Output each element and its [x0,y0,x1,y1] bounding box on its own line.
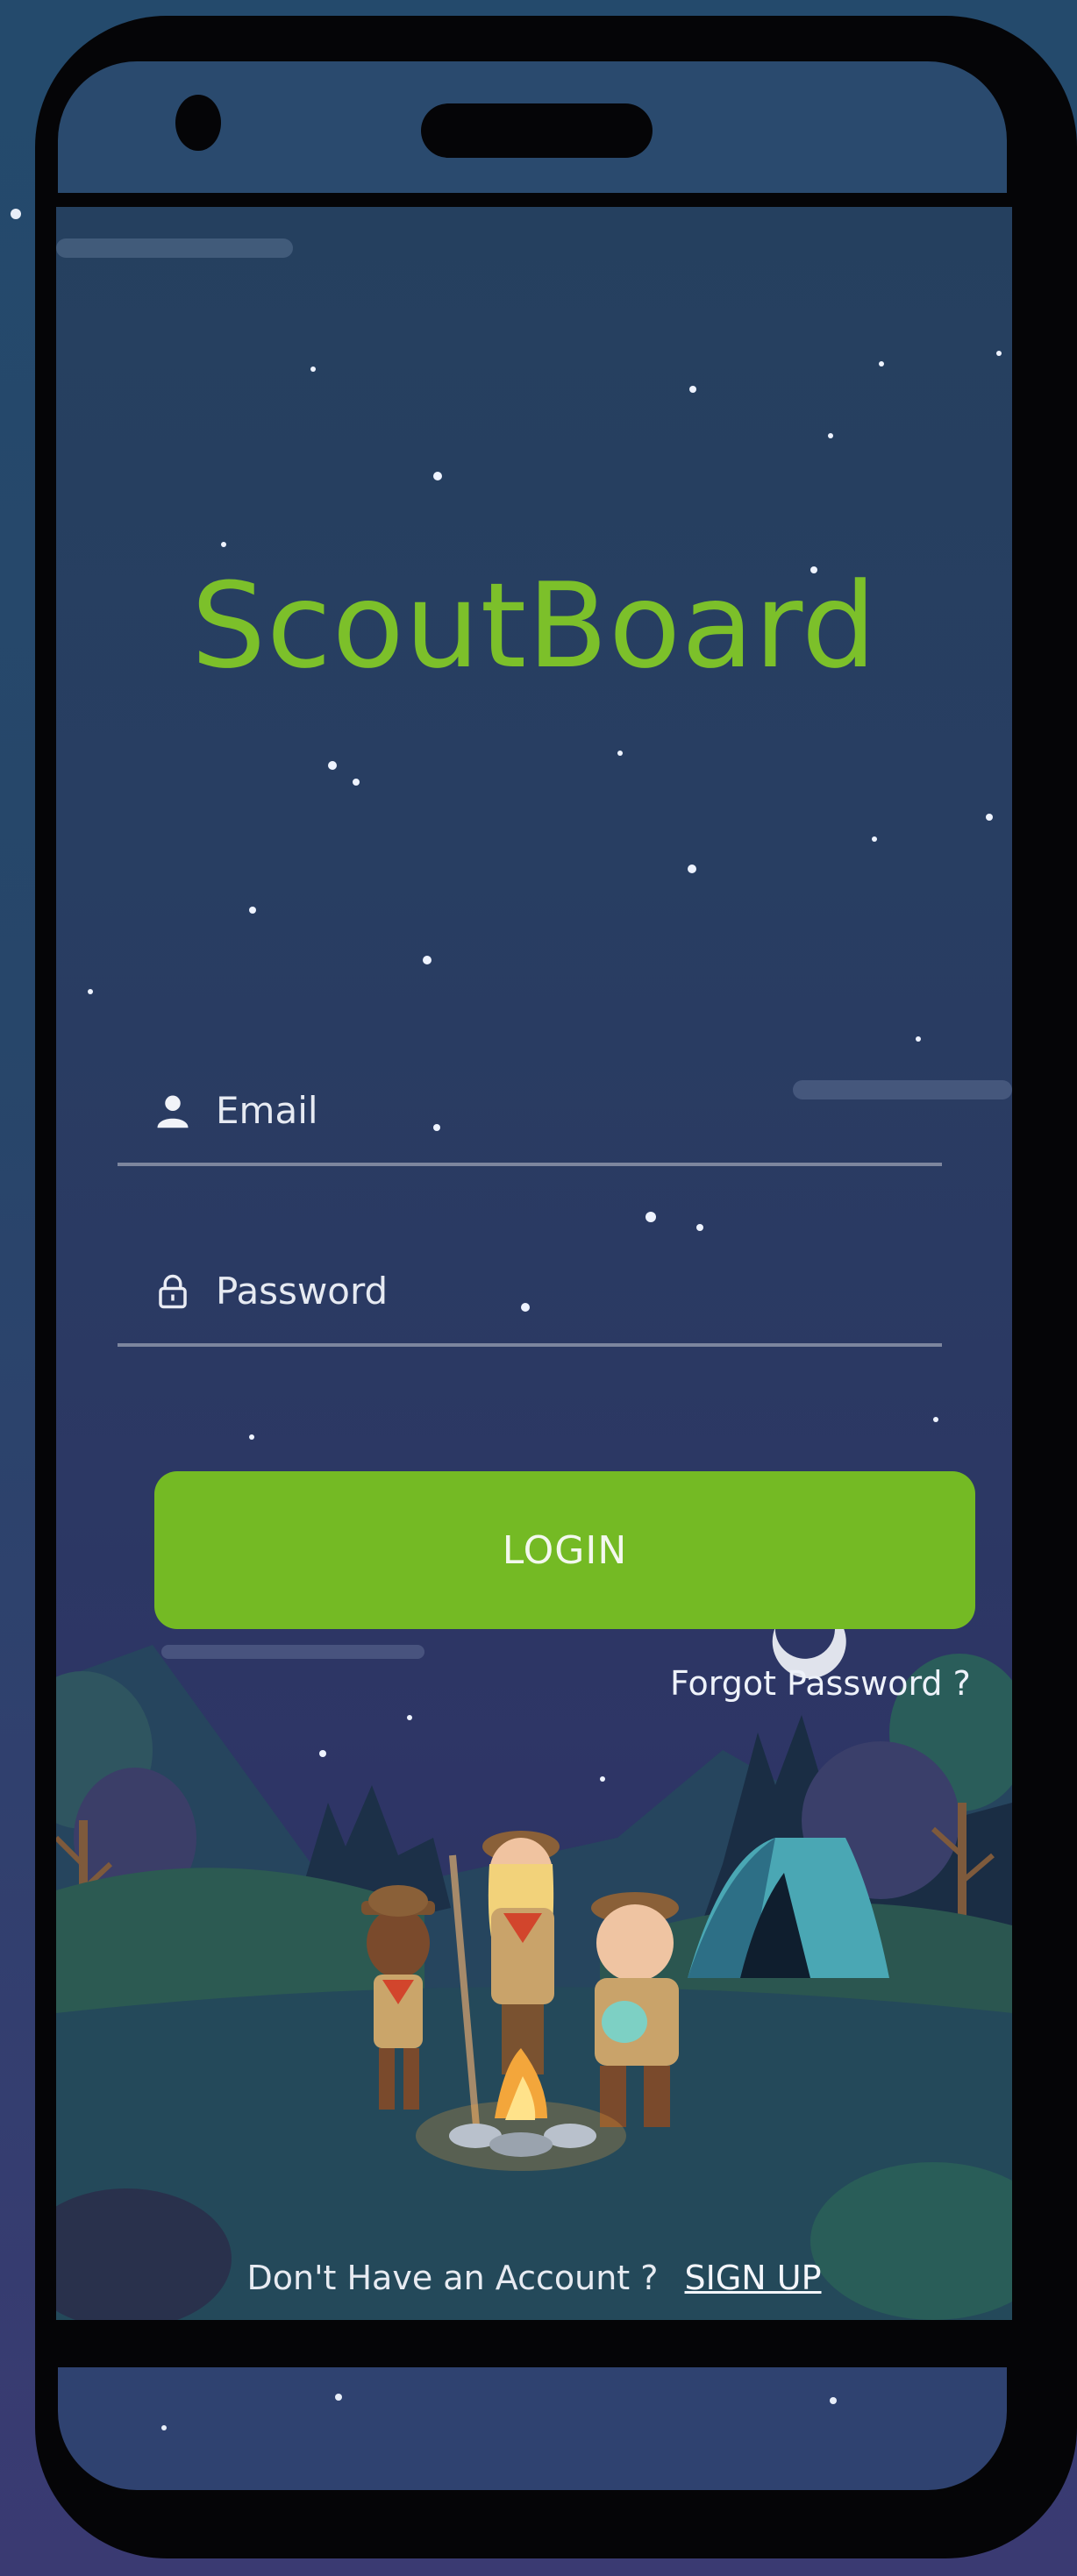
sky-star [916,1036,921,1042]
app-screen: ScoutBoard Email LOGIN Forgot Password ?… [56,207,1012,2320]
password-field[interactable] [118,1238,942,1347]
sky-star [872,836,877,842]
background-star [11,209,21,219]
email-field[interactable] [118,1057,942,1166]
sky-star [353,779,360,786]
phone-bottom-bezel [58,2367,1007,2490]
sky-star [617,751,623,756]
sky-star [933,1417,938,1422]
sky-star [645,1212,656,1222]
sky-star [249,907,256,914]
sky-star [328,761,337,770]
sky-star [423,956,432,964]
bezel-star [161,2425,167,2430]
page: ScoutBoard Email LOGIN Forgot Password ?… [0,0,1077,2576]
signup-prompt: Don't Have an Account ? [246,2259,659,2297]
sky-star [696,1224,703,1231]
email-input[interactable] [214,1078,919,1142]
sky-star [688,865,696,873]
sky-star [879,361,884,366]
signup-link[interactable]: SIGN UP [685,2259,822,2297]
bezel-star [335,2394,342,2401]
front-camera [175,95,221,151]
sky-star [88,989,93,994]
password-input[interactable] [214,1259,919,1322]
sky-star [996,351,1002,356]
sky-star [986,814,993,821]
bezel-star [830,2397,837,2404]
sky-star [433,472,442,480]
sky-star [689,386,696,393]
user-icon [157,1095,189,1128]
sky-star [310,366,316,372]
sky-star [828,433,833,438]
signup-row: Don't Have an Account ? SIGN UP [56,2259,1012,2297]
lock-icon [159,1274,187,1309]
forgot-password-link[interactable]: Forgot Password ? [670,1664,971,1703]
sky-star [221,542,226,547]
sky-star [249,1434,254,1440]
app-logo: ScoutBoard [190,558,877,694]
sky-cloud [56,238,293,258]
earpiece-speaker [421,103,653,158]
login-button[interactable]: LOGIN [154,1471,975,1629]
